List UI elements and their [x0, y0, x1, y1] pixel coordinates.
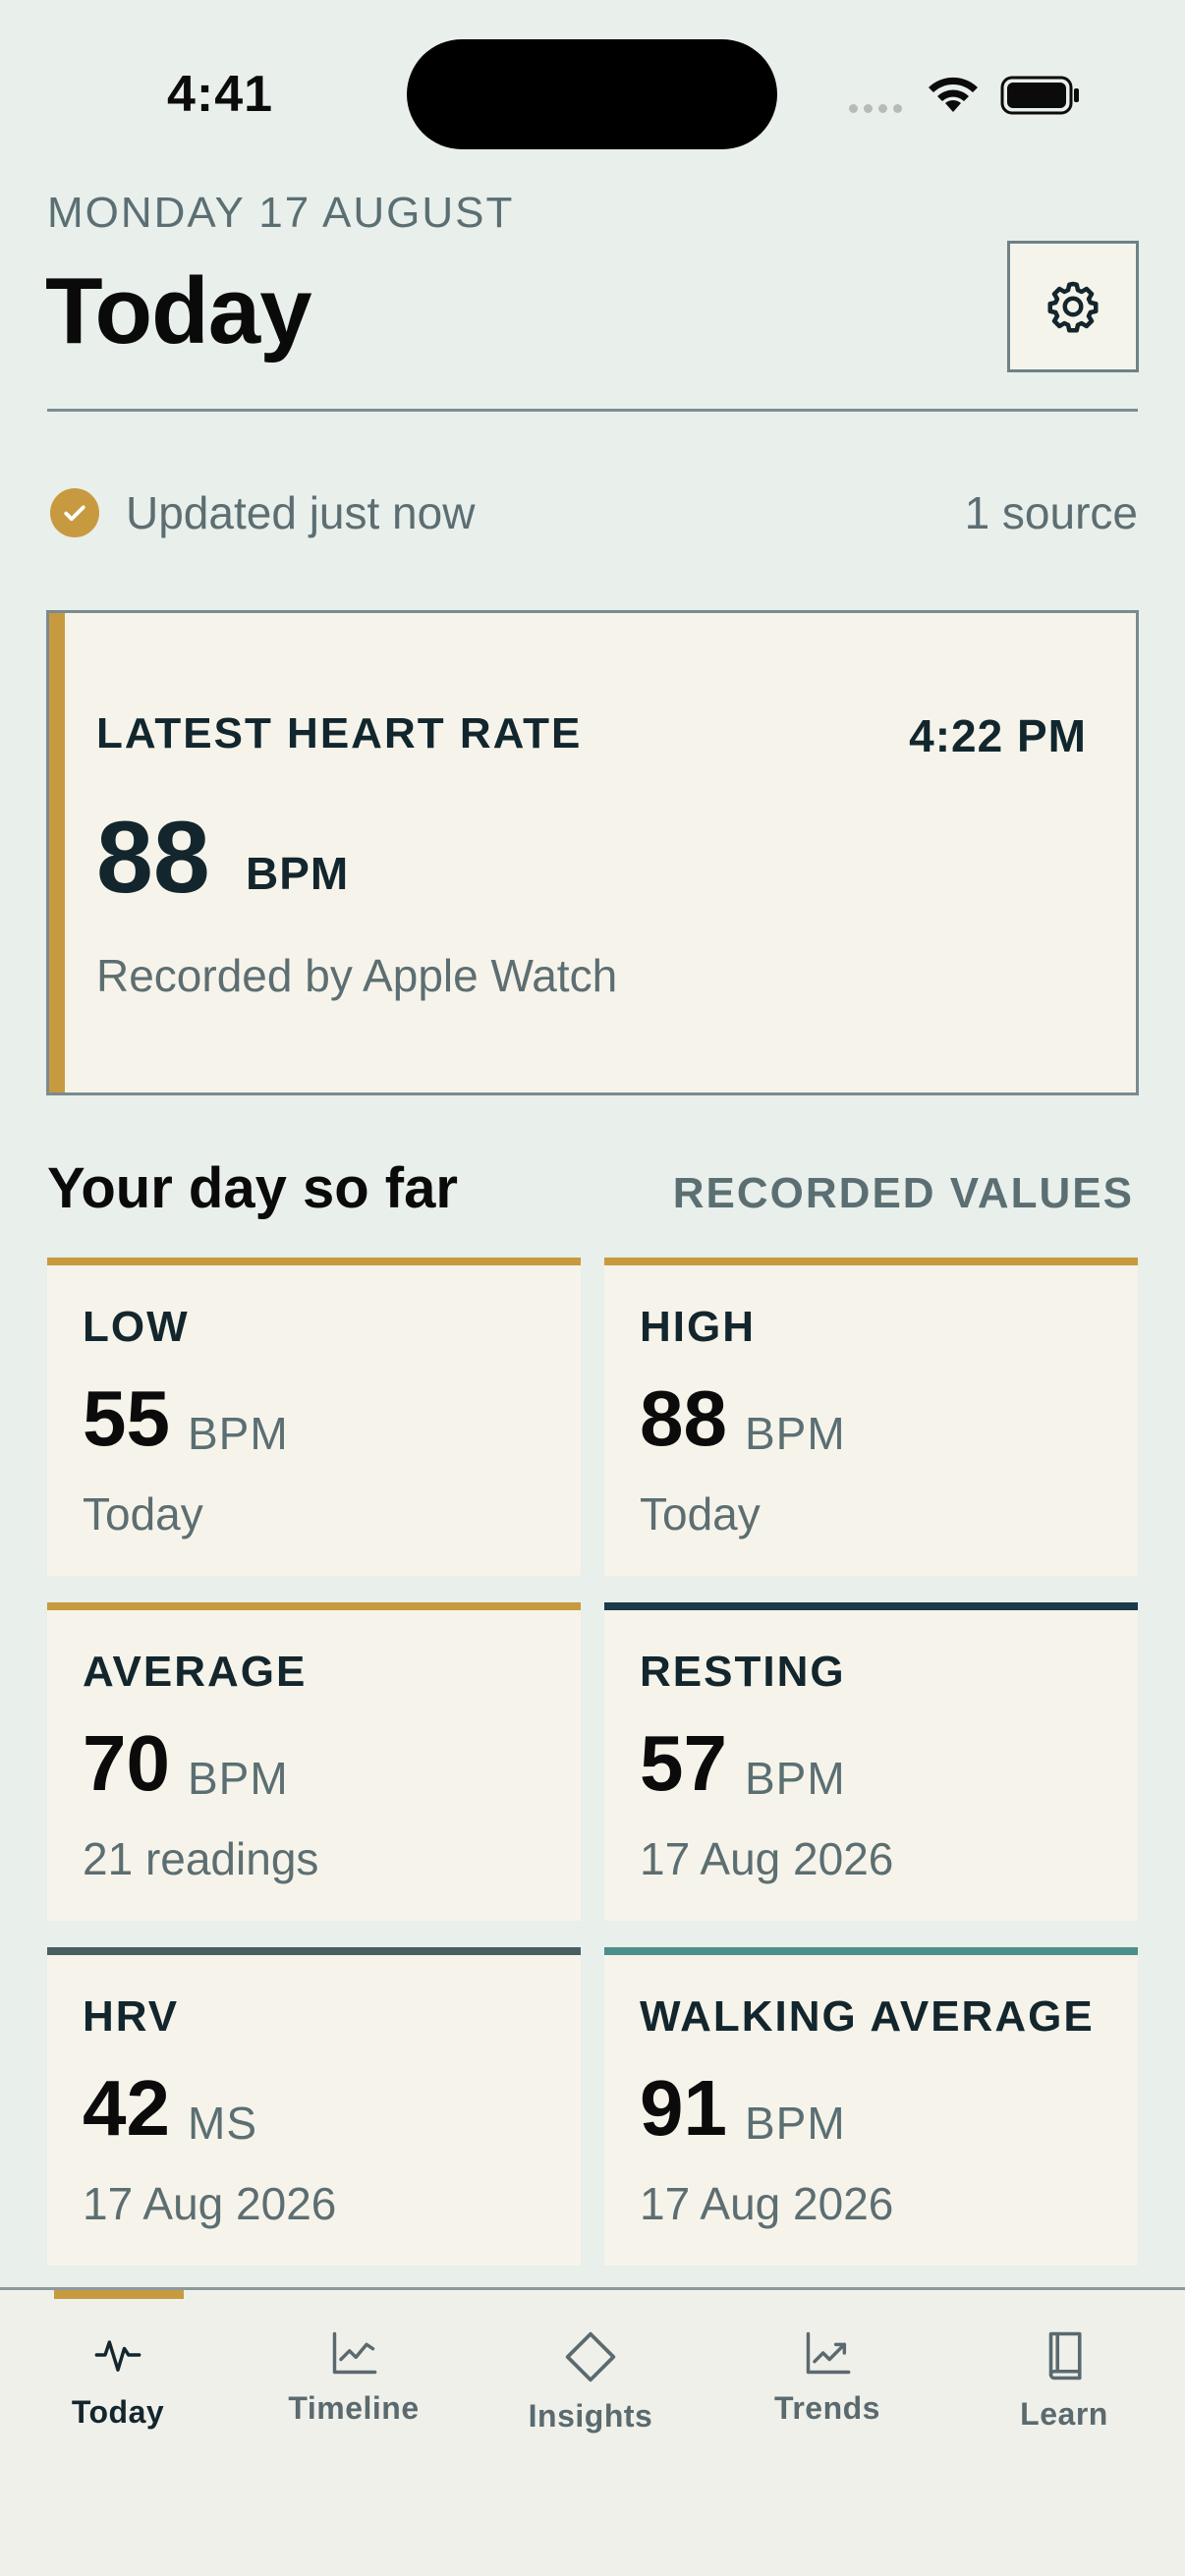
active-tab-indicator: [54, 2290, 184, 2299]
stat-label: HIGH: [640, 1303, 756, 1351]
latest-heart-rate-unit: BPM: [246, 848, 350, 899]
tab-insights[interactable]: Insights: [492, 2329, 689, 2435]
source-count[interactable]: 1 source: [965, 486, 1138, 539]
section-tag: RECORDED VALUES: [672, 1169, 1134, 1217]
stat-value: 88: [640, 1374, 727, 1462]
stat-unit: BPM: [745, 1408, 846, 1459]
sync-status: Updated just now: [126, 487, 476, 538]
date-label: MONDAY 17 AUGUST: [47, 189, 515, 237]
card-accent-bar: [49, 613, 65, 1092]
tab-label: Insights: [528, 2398, 653, 2434]
stat-subtitle: 17 Aug 2026: [640, 2178, 894, 2229]
stat-card-walking-average[interactable]: WALKING AVERAGE 91 BPM 17 Aug 2026: [604, 1947, 1138, 2266]
trend-up-icon: [806, 2331, 851, 2375]
stat-label: WALKING AVERAGE: [640, 1992, 1095, 2041]
stat-card-low[interactable]: LOW 55 BPM Today: [47, 1258, 581, 1576]
stat-unit: BPM: [745, 2098, 846, 2149]
stat-subtitle: Today: [640, 1488, 761, 1540]
stat-label: HRV: [83, 1992, 180, 2041]
latest-reading-time: 4:22 PM: [909, 710, 1087, 761]
settings-button[interactable]: [1007, 241, 1139, 372]
stat-card-average[interactable]: AVERAGE 70 BPM 21 readings: [47, 1602, 581, 1921]
diamond-icon: [565, 2331, 616, 2382]
stat-subtitle: 21 readings: [83, 1833, 319, 1884]
latest-heart-rate-title: LATEST HEART RATE: [96, 709, 583, 757]
stat-value: 42: [83, 2064, 170, 2152]
stat-label: AVERAGE: [83, 1648, 308, 1696]
stat-unit: MS: [188, 2098, 257, 2149]
heartbeat-icon: [94, 2340, 141, 2372]
book-icon: [1048, 2331, 1082, 2380]
stat-card-resting[interactable]: RESTING 57 BPM 17 Aug 2026: [604, 1602, 1138, 1921]
section-title: Your day so far: [47, 1156, 458, 1220]
latest-source-note: Recorded by Apple Watch: [96, 950, 618, 1001]
dynamic-island: [407, 39, 777, 149]
latest-heart-rate-card[interactable]: LATEST HEART RATE 4:22 PM 88 BPM Recorde…: [46, 610, 1139, 1095]
stat-unit: BPM: [745, 1753, 846, 1804]
stat-value: 57: [640, 1719, 727, 1807]
stat-value: 70: [83, 1719, 170, 1807]
line-chart-icon: [332, 2331, 377, 2375]
stat-label: RESTING: [640, 1648, 846, 1696]
tab-timeline[interactable]: Timeline: [255, 2329, 452, 2427]
stat-subtitle: Today: [83, 1488, 203, 1540]
stat-subtitle: 17 Aug 2026: [83, 2178, 337, 2229]
stat-subtitle: 17 Aug 2026: [640, 1833, 894, 1884]
page-title: Today: [45, 258, 312, 364]
latest-heart-rate-value: 88: [96, 801, 210, 915]
stat-value: 91: [640, 2064, 727, 2152]
check-circle-icon: [50, 488, 99, 537]
battery-icon: [1000, 76, 1079, 115]
tab-today[interactable]: Today: [20, 2329, 216, 2431]
wifi-icon: [929, 77, 978, 112]
gear-icon: [1047, 281, 1099, 333]
stat-card-hrv[interactable]: HRV 42 MS 17 Aug 2026: [47, 1947, 581, 2266]
tab-label: Today: [71, 2394, 165, 2430]
tab-bar: Today Timeline Insights Trends Learn: [0, 2287, 1185, 2576]
stat-unit: BPM: [188, 1408, 289, 1459]
cellular-signal-icon: [849, 104, 902, 113]
tab-trends[interactable]: Trends: [729, 2329, 926, 2427]
stat-value: 55: [83, 1374, 170, 1462]
stat-label: LOW: [83, 1303, 190, 1351]
tab-label: Timeline: [288, 2390, 420, 2426]
tab-label: Trends: [774, 2390, 880, 2426]
status-time: 4:41: [167, 66, 274, 123]
tab-learn[interactable]: Learn: [966, 2329, 1162, 2433]
header-divider: [47, 409, 1138, 412]
stat-card-high[interactable]: HIGH 88 BPM Today: [604, 1258, 1138, 1576]
stat-unit: BPM: [188, 1753, 289, 1804]
tab-label: Learn: [1020, 2396, 1108, 2432]
